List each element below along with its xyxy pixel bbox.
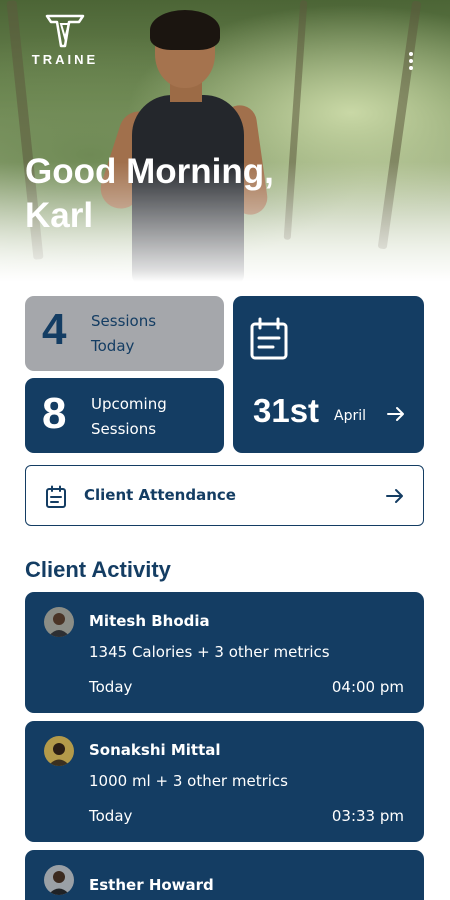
runner-photo-part xyxy=(150,10,220,50)
upcoming-sessions-label-line2: Sessions xyxy=(91,420,157,438)
upcoming-sessions-label-line1: Upcoming xyxy=(91,395,167,413)
activity-metric: 1345 Calories + 3 other metrics xyxy=(89,643,330,661)
date-card[interactable]: 31st April xyxy=(233,296,424,453)
avatar-image xyxy=(44,607,74,637)
activity-card[interactable]: Esther Howard xyxy=(25,850,424,900)
sessions-today-label-line2: Today xyxy=(91,337,135,355)
greeting-text: Good Morning, xyxy=(25,152,274,191)
activity-card[interactable]: Mitesh Bhodia 1345 Calories + 3 other me… xyxy=(25,592,424,713)
brand-name: TRAINE xyxy=(31,52,99,67)
client-name: Mitesh Bhodia xyxy=(89,612,210,630)
client-name: Esther Howard xyxy=(89,876,214,894)
document-icon xyxy=(46,485,66,508)
sessions-today-label: Sessions Today xyxy=(91,309,156,359)
avatar xyxy=(44,607,74,637)
greeting: Good Morning, Karl xyxy=(25,150,345,238)
client-name: Sonakshi Mittal xyxy=(89,741,221,759)
upcoming-sessions-card[interactable]: 8 Upcoming Sessions xyxy=(25,378,224,453)
activity-metric: 1000 ml + 3 other metrics xyxy=(89,772,288,790)
client-attendance-label: Client Attendance xyxy=(84,486,236,504)
activity-day: Today xyxy=(89,807,133,825)
more-vertical-icon[interactable] xyxy=(408,52,414,72)
date-month: April xyxy=(334,408,366,424)
arrow-right-icon[interactable] xyxy=(386,406,406,422)
avatar xyxy=(44,865,74,895)
upcoming-sessions-label: Upcoming Sessions xyxy=(91,392,167,442)
user-name: Karl xyxy=(25,196,94,235)
avatar-image xyxy=(44,865,74,895)
arrow-right-icon xyxy=(386,489,403,503)
activity-time: 04:00 pm xyxy=(331,678,404,696)
brand-logo: TRAINE xyxy=(22,12,108,74)
activity-card[interactable]: Sonakshi Mittal 1000 ml + 3 other metric… xyxy=(25,721,424,842)
sessions-today-card[interactable]: 4 Sessions Today xyxy=(25,296,224,371)
avatar-image xyxy=(44,736,74,766)
activity-day: Today xyxy=(89,678,133,696)
traine-logo-icon xyxy=(45,14,85,48)
calendar-icon xyxy=(250,317,288,360)
client-attendance-button[interactable]: Client Attendance xyxy=(25,465,424,526)
sessions-today-count: 4 xyxy=(42,305,67,354)
date-day: 31st xyxy=(253,392,320,429)
client-activity-title: Client Activity xyxy=(25,557,171,582)
upcoming-sessions-count: 8 xyxy=(42,389,67,438)
hero-banner: TRAINE Good Morning, Karl xyxy=(0,0,450,282)
sessions-today-label-line1: Sessions xyxy=(91,312,157,330)
activity-time: 03:33 pm xyxy=(331,807,404,825)
avatar xyxy=(44,736,74,766)
